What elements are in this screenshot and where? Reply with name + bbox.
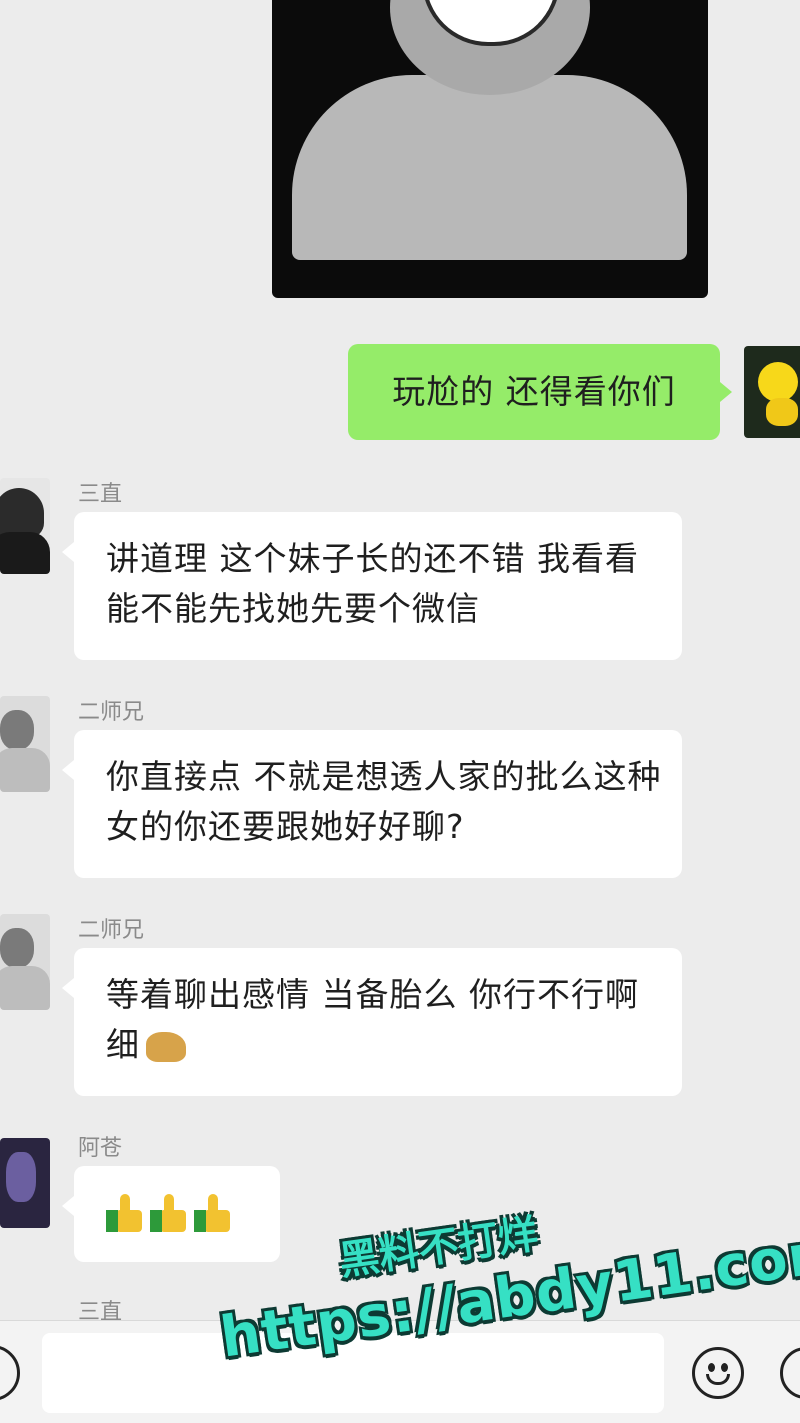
tweety-bird-icon — [758, 362, 798, 402]
avatar-shirt — [0, 532, 50, 574]
plus-icon[interactable] — [780, 1347, 800, 1399]
avatar-figure — [6, 1152, 36, 1202]
smiley-icon[interactable] — [692, 1347, 744, 1399]
avatar-head — [0, 710, 34, 750]
message-text: 你直接点 不就是想透人家的批么这种女的你还要跟她好好聊? — [106, 757, 662, 846]
outgoing-message-bubble[interactable]: 玩尬的 还得看你们 — [348, 344, 732, 440]
incoming-message-bubble[interactable]: 等着聊出感情 当备胎么 你行不行啊细 — [62, 948, 682, 1096]
thumbs-up-icon — [106, 1194, 142, 1232]
sender-name: 二师兄 — [78, 700, 145, 725]
sender-name: 阿苍 — [78, 1136, 123, 1161]
incoming-message-bubble[interactable]: 你直接点 不就是想透人家的批么这种女的你还要跟她好好聊? — [62, 730, 682, 878]
dog-emoji-icon — [146, 1031, 186, 1062]
avatar-er-shixiong[interactable] — [0, 914, 50, 1010]
avatar-head — [0, 928, 34, 968]
avatar-acang[interactable] — [0, 1138, 50, 1228]
message-text: 玩尬的 还得看你们 — [392, 372, 676, 411]
emoji-row — [106, 1194, 260, 1246]
voice-icon[interactable] — [0, 1345, 20, 1401]
message-text-wrapper: 等着聊出感情 当备胎么 你行不行啊细 — [106, 970, 662, 1070]
avatar-body — [0, 966, 50, 1010]
avatar-sanzhi[interactable] — [0, 478, 50, 574]
thumbs-up-icon — [150, 1194, 186, 1232]
sticker-torso — [292, 75, 687, 260]
incoming-message-bubble[interactable] — [62, 1166, 280, 1262]
incoming-message-bubble[interactable]: 讲道理 这个妹子长的还不错 我看看能不能先找她先要个微信 — [62, 512, 682, 660]
message-text: 讲道理 这个妹子长的还不错 我看看能不能先找她先要个微信 — [106, 539, 639, 628]
sender-name: 三直 — [78, 482, 123, 507]
my-avatar[interactable] — [744, 346, 800, 438]
avatar-er-shixiong[interactable] — [0, 696, 50, 792]
sticker-image[interactable] — [272, 0, 708, 298]
tweety-body — [766, 398, 798, 426]
avatar-body — [0, 748, 50, 792]
sender-name: 二师兄 — [78, 918, 145, 943]
thumbs-up-icon — [194, 1194, 230, 1232]
avatar-head — [0, 488, 44, 538]
